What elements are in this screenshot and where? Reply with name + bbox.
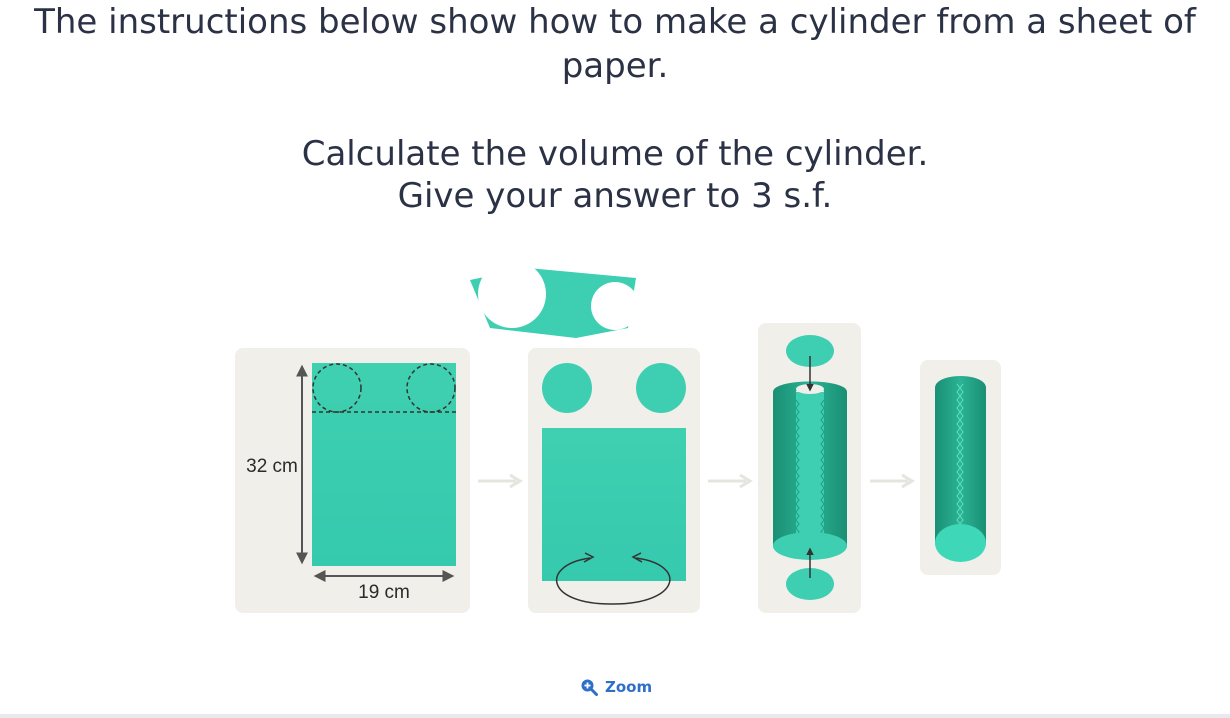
zoom-label: Zoom (605, 678, 653, 696)
rolled-sheet-illustration (470, 260, 639, 338)
step-4-cylinder (920, 360, 1001, 575)
step-arrow-2 (708, 473, 753, 489)
zoom-button[interactable]: Zoom (580, 678, 652, 696)
cylinder-instructions-diagram: 32 cm 19 cm (235, 260, 1001, 613)
bottom-divider (0, 714, 1230, 718)
task-block: Calculate the volume of the cylinder. Gi… (0, 133, 1230, 217)
task-line-1: Calculate the volume of the cylinder. (301, 134, 929, 174)
step-1-sheet: 32 cm 19 cm (235, 348, 470, 613)
width-dimension-label: 19 cm (358, 582, 410, 603)
zoom-in-icon (581, 679, 598, 696)
task-line-2: Give your answer to 3 s.f. (397, 176, 833, 216)
height-dimension-label: 32 cm (246, 456, 298, 477)
instruction-line-2: paper. (561, 46, 669, 86)
step-arrow-1 (478, 473, 523, 489)
step-3-assembly (758, 323, 861, 613)
step-2-cut-pieces (528, 348, 700, 613)
question-page: The instructions below show how to make … (0, 0, 1230, 718)
instruction-line-1: The instructions below show how to make … (34, 2, 1196, 42)
step-arrow-3 (870, 473, 915, 489)
question-text: The instructions below show how to make … (0, 0, 1230, 217)
